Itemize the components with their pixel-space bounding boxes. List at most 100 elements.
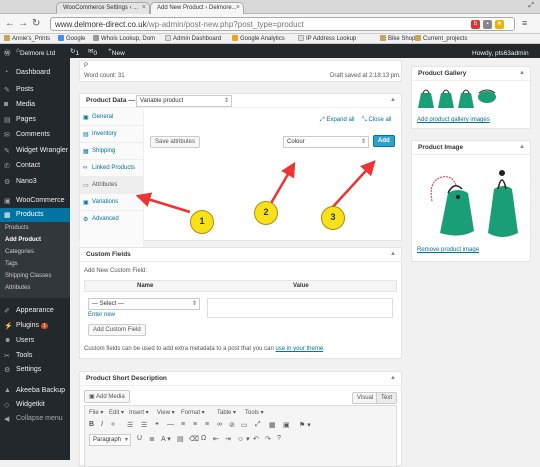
menu-media[interactable]: ◙ Media <box>0 98 70 112</box>
submenu-attributes[interactable]: Attributes <box>0 285 70 291</box>
product-type-select[interactable]: Variable product ⇕ <box>136 95 232 107</box>
underline-icon[interactable]: U <box>137 435 142 442</box>
submenu-categories[interactable]: Categories <box>0 249 70 255</box>
indent-icon[interactable]: ⇥ <box>225 435 231 443</box>
toggle-icon[interactable]: ▲ <box>519 70 525 76</box>
menu-akeeba-backup[interactable]: ▲ Akeeba Backup <box>0 384 70 398</box>
menu-tools[interactable]: ✂ Tools <box>0 349 70 363</box>
extension-icon[interactable]: b <box>471 20 480 29</box>
menu-pages[interactable]: ▤ Pages <box>0 113 70 127</box>
blockquote-icon[interactable]: ❝ <box>155 421 159 429</box>
omega-icon[interactable]: Ω <box>201 435 206 442</box>
more-icon[interactable]: ▭ <box>241 421 248 429</box>
reload-icon[interactable]: ↻ <box>32 18 40 29</box>
menu-icon[interactable]: ≡ <box>522 18 527 28</box>
numbered-list-icon[interactable]: ☰ <box>141 421 147 429</box>
menu-insert[interactable]: Insert ▾ <box>129 409 149 416</box>
updates-link[interactable]: ↻ 1 <box>70 47 79 57</box>
submenu-tags[interactable]: Tags <box>0 261 70 267</box>
back-icon[interactable]: ← <box>5 18 15 29</box>
menu-table[interactable]: Table ▾ <box>217 409 236 416</box>
image-icon[interactable]: ▣ <box>283 421 290 429</box>
menu-appearance[interactable]: ✐ Appearance <box>0 304 70 318</box>
add-attribute-button[interactable]: Add <box>373 135 395 147</box>
new-content-link[interactable]: + New <box>108 47 125 57</box>
menu-woocommerce[interactable]: ▣ WooCommerce <box>0 194 70 208</box>
wordpress-logo-icon[interactable]: Ⓦ <box>4 47 11 57</box>
text-tab[interactable]: Text <box>376 392 398 404</box>
menu-posts[interactable]: ✎ Posts <box>0 83 70 97</box>
bold-icon[interactable]: B <box>89 421 94 428</box>
emoticon-icon[interactable]: ☺ ▾ <box>237 435 250 443</box>
window-controls-icon[interactable]: ⤢ <box>528 2 534 10</box>
bookmark-item[interactable]: IP Address Lookup <box>298 35 356 42</box>
tab-inventory[interactable]: ▤ Inventory <box>80 126 144 143</box>
paste-text-icon[interactable]: ▤ <box>177 435 184 443</box>
product-image[interactable] <box>418 161 526 243</box>
shortcode-icon[interactable]: ⚑ ▾ <box>299 421 311 429</box>
strikethrough-icon[interactable]: « <box>111 421 115 428</box>
add-gallery-images-link[interactable]: Add product gallery images <box>417 117 490 123</box>
menu-nano3[interactable]: ⚙ Nano3 <box>0 175 70 189</box>
justify-icon[interactable]: ≣ <box>149 435 155 443</box>
menu-edit[interactable]: Edit ▾ <box>109 409 124 416</box>
close-all-link[interactable]: ⤡ Close all <box>362 117 391 124</box>
menu-users[interactable]: ☻ Users <box>0 334 70 348</box>
menu-contact[interactable]: ✆ Contact <box>0 159 70 173</box>
bookmark-item[interactable]: Google Analytics <box>232 35 285 42</box>
tab-linked-products[interactable]: ∞ Linked Products <box>80 160 144 177</box>
menu-settings[interactable]: ⚙ Settings <box>0 363 70 377</box>
bookmark-item[interactable]: Admin Dashboard <box>165 35 221 42</box>
add-custom-field-button[interactable]: Add Custom Field <box>88 324 146 336</box>
undo-icon[interactable]: ↶ <box>253 435 259 443</box>
toggle-icon[interactable]: ▲ <box>390 251 396 257</box>
custom-field-name-select[interactable]: — Select — ⇕ <box>88 298 200 310</box>
star-icon[interactable]: ★ <box>495 20 504 29</box>
menu-dashboard[interactable]: ◔ Dashboard <box>0 66 70 80</box>
collapse-menu[interactable]: ◀ Collapse menu <box>0 412 70 426</box>
gallery-thumbnails[interactable] <box>417 85 497 111</box>
browser-tab-active[interactable]: Add New Product ‹ Delmore... × <box>150 2 244 14</box>
close-icon[interactable]: × <box>236 4 240 11</box>
menu-tools[interactable]: Tools ▾ <box>245 409 264 416</box>
close-icon[interactable]: × <box>142 4 146 11</box>
fullscreen-icon[interactable]: ⤢ <box>255 421 261 429</box>
remove-product-image-link[interactable]: Remove product image <box>417 247 479 253</box>
redo-icon[interactable]: ↷ <box>265 435 271 443</box>
paragraph-select[interactable]: Paragraph ▾ <box>89 434 131 446</box>
bookmark-item[interactable]: Bike Shop <box>380 35 415 42</box>
browser-tab[interactable]: WooCommerce Settings ‹ ... × <box>56 2 150 14</box>
align-center-icon[interactable]: ≡ <box>193 421 197 428</box>
add-media-button[interactable]: ▣ Add Media <box>84 390 130 403</box>
toggle-icon[interactable]: ▲ <box>390 97 396 103</box>
attribute-select[interactable]: Colour ⇕ <box>283 136 369 148</box>
kitchen-sink-icon[interactable]: ▦ <box>269 421 276 429</box>
gallery-thumb[interactable] <box>458 89 474 108</box>
custom-field-value-input[interactable] <box>207 298 393 318</box>
italic-icon[interactable]: I <box>101 421 103 428</box>
bullet-list-icon[interactable]: ☰ <box>127 421 133 429</box>
site-name-link[interactable]: ⌂ Delmore Ltd <box>16 47 55 57</box>
page-icon[interactable]: ▪ <box>483 20 492 29</box>
menu-plugins[interactable]: ⚡ Plugins 1 <box>0 319 70 333</box>
gallery-thumb[interactable] <box>418 89 434 108</box>
unlink-icon[interactable]: ⊘ <box>229 421 235 429</box>
tab-shipping[interactable]: ▦ Shipping <box>80 143 144 160</box>
submenu-shipping-classes[interactable]: Shipping Classes <box>0 273 70 279</box>
menu-products[interactable]: ▦ Products <box>0 208 70 222</box>
menu-format[interactable]: Format ▾ <box>181 409 205 416</box>
save-attributes-button[interactable]: Save attributes <box>150 136 201 148</box>
bookmark-item[interactable]: Annie's_Prints <box>4 35 50 42</box>
gallery-thumb[interactable] <box>438 89 454 108</box>
align-left-icon[interactable]: ≡ <box>181 421 185 428</box>
toggle-icon[interactable]: ▲ <box>519 144 525 150</box>
enter-new-link[interactable]: Enter new <box>88 312 115 318</box>
comments-link[interactable]: ✉ 0 <box>88 47 97 57</box>
clear-format-icon[interactable]: ⌫ <box>189 435 199 443</box>
tab-attributes[interactable]: ▭ Attributes <box>80 177 144 194</box>
visual-tab[interactable]: Visual <box>352 392 379 404</box>
outdent-icon[interactable]: ⇤ <box>213 435 219 443</box>
menu-view[interactable]: View ▾ <box>157 409 175 416</box>
submenu-add-product[interactable]: Add Product <box>0 237 70 243</box>
link-icon[interactable]: ∞ <box>217 421 222 428</box>
